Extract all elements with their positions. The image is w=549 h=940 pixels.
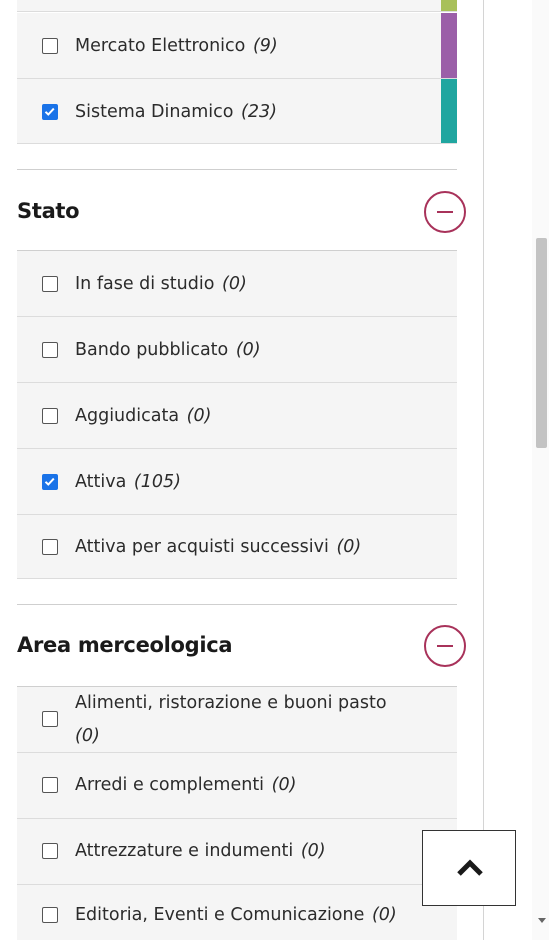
filter-item-attrezzature[interactable]: Attrezzature e indumenti (0) <box>17 819 457 885</box>
filter-item-label: Sistema Dinamico (23) <box>75 102 277 122</box>
filter-item-label: Attiva (105) <box>75 472 181 492</box>
section-divider <box>17 169 457 170</box>
filter-item-mercato[interactable]: Mercato Elettronico (9) <box>17 13 457 79</box>
filter-item-mercato-elettronico[interactable] <box>17 0 457 12</box>
filter-item-label: Aggiudicata (0) <box>75 406 212 426</box>
filter-item-label: In fase di studio (0) <box>75 274 247 294</box>
back-to-top-button[interactable] <box>422 830 516 906</box>
checkbox[interactable] <box>42 408 58 424</box>
filter-item-attiva[interactable]: Attiva (105) <box>17 449 457 515</box>
filter-item-arredi[interactable]: Arredi e complementi (0) <box>17 753 457 819</box>
section-title-area-merceologica: Area merceologica <box>17 633 233 657</box>
filter-item-count: (0) <box>371 905 397 925</box>
collapse-minus-icon[interactable] <box>424 625 466 667</box>
scrollbar-thumb[interactable] <box>536 238 547 448</box>
filter-panel: Mercato Elettronico (9) Sistema Dinamico… <box>0 0 483 940</box>
category-color-strip <box>441 79 457 143</box>
filter-item-count: (0) <box>75 726 100 746</box>
filter-item-count: (0) <box>300 841 326 861</box>
category-color-strip <box>441 0 457 11</box>
filter-item-aggiudicata[interactable]: Aggiudicata (0) <box>17 383 457 449</box>
checkmark-icon <box>44 477 55 486</box>
checkbox[interactable] <box>42 711 58 727</box>
filter-item-attiva-acquisti-successivi[interactable]: Attiva per acquisti successivi (0) <box>17 515 457 579</box>
scroll-down-arrow-icon[interactable] <box>538 918 546 923</box>
checkbox-checked[interactable] <box>42 104 58 120</box>
filter-item-count: (0) <box>222 274 247 294</box>
filter-item-count: (105) <box>133 472 181 492</box>
filter-item-label: Attrezzature e indumenti (0) <box>75 841 326 861</box>
filter-item-count: (9) <box>252 36 278 56</box>
filter-item-alimenti[interactable]: Alimenti, ristorazione e buoni pasto (0) <box>17 687 457 753</box>
checkbox[interactable] <box>42 38 58 54</box>
filter-item-label: Editoria, Eventi e Comunicazione (0) <box>75 905 397 925</box>
checkbox-checked[interactable] <box>42 474 58 490</box>
filter-item-label: Mercato Elettronico (9) <box>75 36 278 56</box>
filter-item-count: (0) <box>271 775 297 795</box>
checkbox[interactable] <box>42 276 58 292</box>
filter-item-label: Attiva per acquisti successivi (0) <box>75 537 362 557</box>
filter-item-count: (0) <box>235 340 261 360</box>
checkbox[interactable] <box>42 342 58 358</box>
filter-item-count: (0) <box>336 537 362 557</box>
checkmark-icon <box>44 107 55 116</box>
checkbox[interactable] <box>42 843 58 859</box>
filter-item-in-fase-di-studio[interactable]: In fase di studio (0) <box>17 251 457 317</box>
filter-item-bando-pubblicato[interactable]: Bando pubblicato (0) <box>17 317 457 383</box>
checkbox[interactable] <box>42 907 58 923</box>
section-divider <box>17 604 457 605</box>
filter-item-editoria[interactable]: Editoria, Eventi e Comunicazione (0) <box>17 885 457 940</box>
checkbox[interactable] <box>42 539 58 555</box>
filter-item-sistema-dinamico[interactable]: Sistema Dinamico (23) <box>17 79 457 144</box>
scrollbar-track[interactable] <box>532 0 549 940</box>
category-color-strip <box>441 13 457 78</box>
panel-border <box>483 0 484 940</box>
filter-item-label: Arredi e complementi (0) <box>75 775 297 795</box>
section-title-stato: Stato <box>17 199 80 223</box>
filter-item-count: (23) <box>241 102 277 122</box>
checkbox[interactable] <box>42 777 58 793</box>
collapse-minus-icon[interactable] <box>424 191 466 233</box>
filter-item-count: (0) <box>186 406 212 426</box>
filter-item-label: Bando pubblicato (0) <box>75 340 261 360</box>
filter-item-label: Alimenti, ristorazione e buoni pasto (0) <box>75 693 387 746</box>
chevron-up-icon <box>457 859 483 876</box>
